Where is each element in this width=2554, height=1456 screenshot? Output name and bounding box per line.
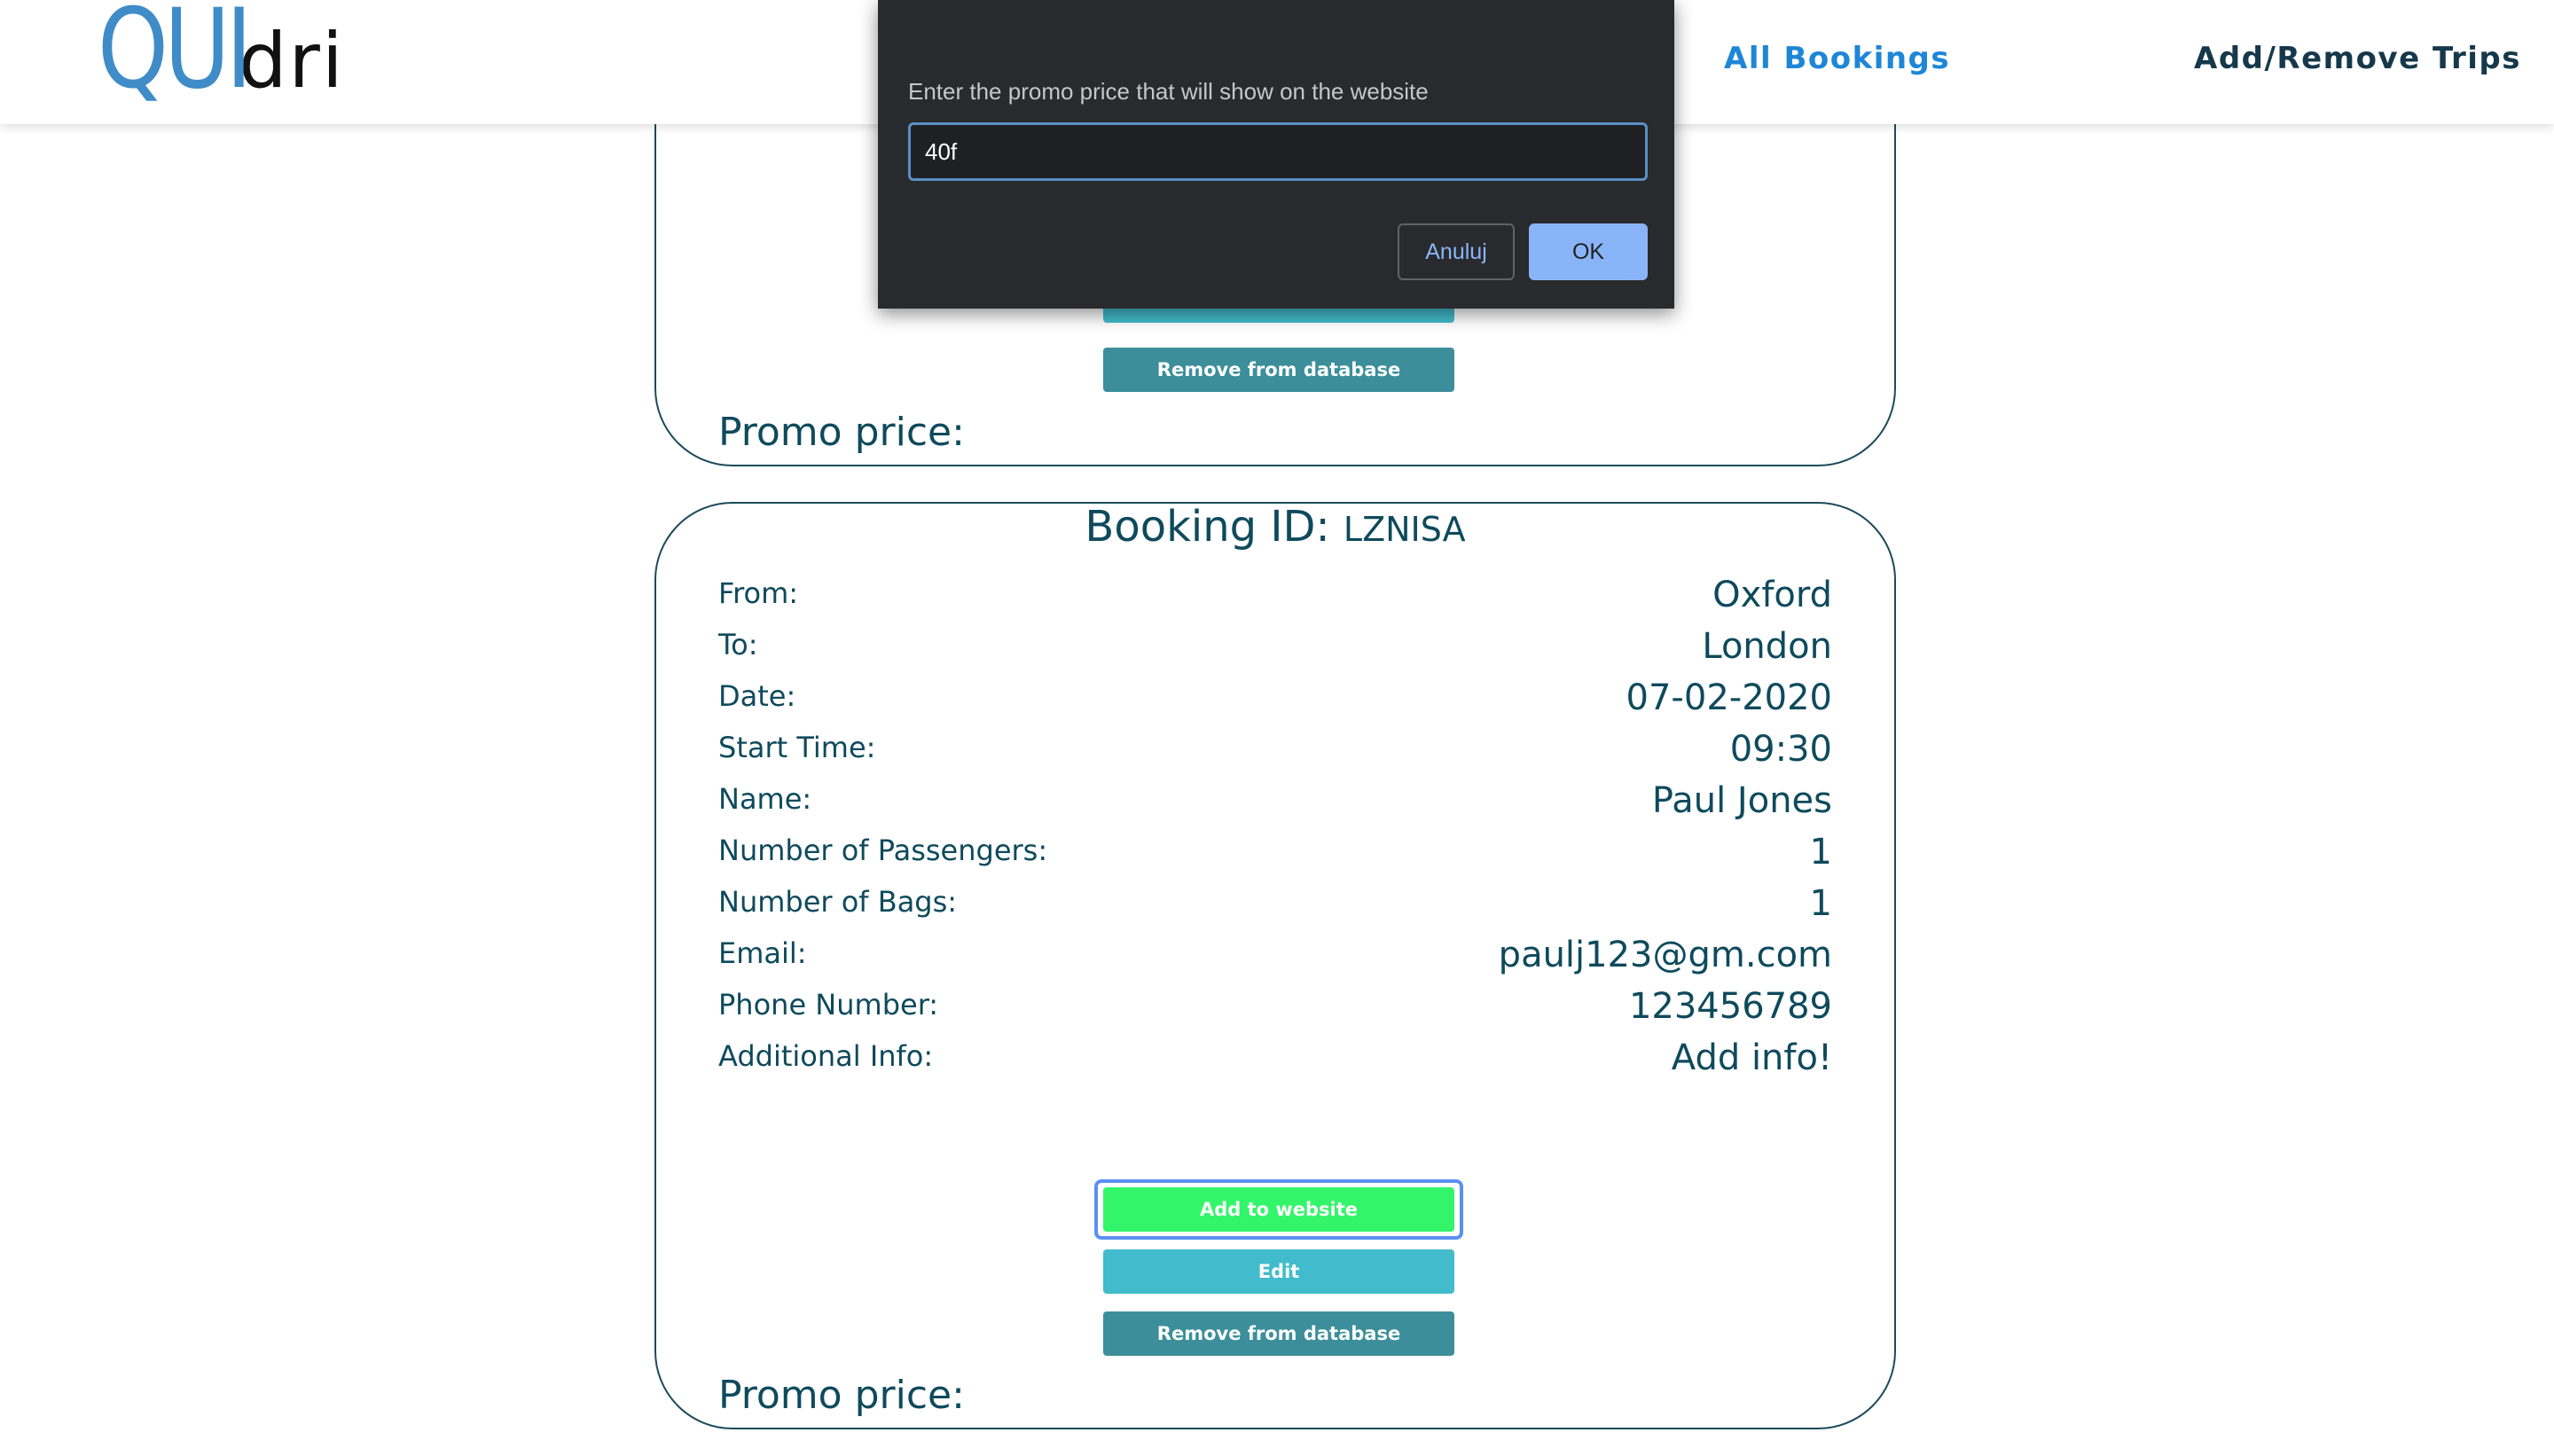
field-label-additional-info: Additional Info:	[718, 1039, 934, 1073]
promo-price-input[interactable]	[908, 122, 1648, 181]
quidri-logo[interactable]: QUIdri	[98, 0, 345, 110]
booking-title: Booking ID: LZNISA	[656, 502, 1894, 552]
field-value-email: paulj123@gm.com	[1498, 935, 1832, 975]
booking-id-label: Booking ID:	[1085, 502, 1330, 552]
ok-button[interactable]: OK	[1529, 223, 1648, 280]
field-value-to: London	[1702, 626, 1832, 667]
field-label-to: To:	[718, 628, 758, 661]
field-label-passengers: Number of Passengers:	[718, 834, 1048, 867]
field-value-bags: 1	[1809, 883, 1832, 924]
field-value-start-time: 09:30	[1729, 729, 1832, 770]
field-label-date: Date:	[718, 679, 796, 713]
field-label-name: Name:	[718, 782, 812, 816]
remove-from-database-button[interactable]: Remove from database	[1103, 348, 1454, 392]
promo-price-label: Promo price:	[718, 1373, 965, 1418]
booking-id-value: LZNISA	[1343, 510, 1466, 549]
field-label-from: From:	[718, 576, 799, 610]
prompt-message: Enter the promo price that will show on …	[908, 78, 1429, 105]
logo-qui-text: QUI	[98, 0, 253, 114]
field-value-phone: 123456789	[1628, 986, 1832, 1027]
cancel-button[interactable]: Anuluj	[1398, 223, 1515, 280]
add-to-website-button[interactable]: Add to website	[1103, 1187, 1454, 1232]
field-value-date: 07-02-2020	[1626, 677, 1832, 718]
field-label-phone: Phone Number:	[718, 988, 939, 1022]
field-value-from: Oxford	[1712, 575, 1832, 615]
field-label-bags: Number of Bags:	[718, 885, 958, 919]
field-value-name: Paul Jones	[1651, 780, 1832, 821]
promo-price-prompt-dialog: Enter the promo price that will show on …	[878, 0, 1674, 309]
booking-card: Booking ID: LZNISA From: Oxford To: Lond…	[654, 502, 1896, 1429]
field-label-start-time: Start Time:	[718, 731, 876, 764]
field-label-email: Email:	[718, 936, 807, 970]
nav-all-bookings[interactable]: All Bookings	[1724, 41, 1950, 76]
promo-price-label: Promo price:	[718, 410, 965, 455]
logo-dri-text: dri	[238, 17, 345, 106]
field-value-additional-info[interactable]: Add info!	[1672, 1037, 1832, 1078]
field-value-passengers: 1	[1809, 832, 1832, 873]
remove-from-database-button[interactable]: Remove from database	[1103, 1311, 1454, 1356]
edit-button[interactable]: Edit	[1103, 1249, 1454, 1294]
nav-add-remove-trips[interactable]: Add/Remove Trips	[2194, 41, 2521, 76]
